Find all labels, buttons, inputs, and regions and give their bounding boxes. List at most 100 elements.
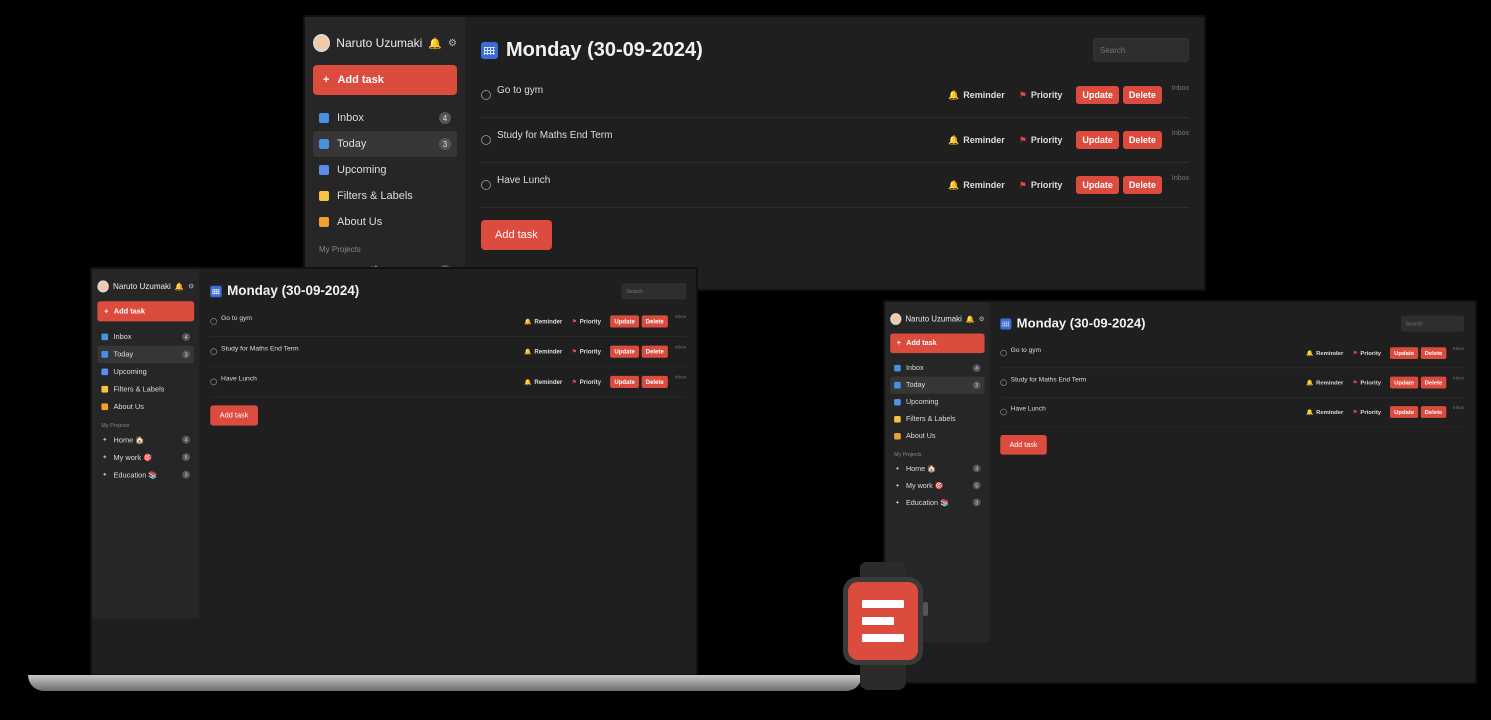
- user-row[interactable]: Naruto Uzumaki 🔔 ⚙: [97, 278, 194, 294]
- delete-button[interactable]: Delete: [1420, 347, 1447, 359]
- priority-button[interactable]: ⚑ Priority: [1019, 135, 1063, 146]
- complete-checkbox[interactable]: [1000, 408, 1007, 416]
- add-task-button[interactable]: Add task: [1000, 434, 1047, 455]
- sidebar-item-filters-labels[interactable]: Filters & Labels: [97, 381, 194, 398]
- project-item[interactable]: ✦ Education 📚 3: [97, 466, 194, 483]
- user-row[interactable]: Naruto Uzumaki 🔔 ⚙: [890, 311, 985, 327]
- search-input[interactable]: [1401, 315, 1465, 332]
- delete-button[interactable]: Delete: [641, 345, 668, 358]
- project-item[interactable]: ✦ Home 🏠 4: [890, 460, 984, 477]
- settings-icon[interactable]: ⚙: [188, 283, 194, 290]
- sidebar-item-upcoming[interactable]: Upcoming: [890, 394, 984, 411]
- complete-checkbox[interactable]: [1000, 379, 1007, 386]
- complete-checkbox[interactable]: [210, 378, 217, 386]
- complete-checkbox[interactable]: [210, 348, 217, 356]
- priority-button[interactable]: ⚑ Priority: [572, 378, 601, 385]
- update-button[interactable]: Update: [610, 345, 639, 358]
- reminder-label: Reminder: [1316, 408, 1344, 416]
- delete-button[interactable]: Delete: [1122, 86, 1162, 104]
- update-button[interactable]: Update: [1076, 176, 1119, 194]
- priority-button[interactable]: ⚑ Priority: [572, 348, 601, 355]
- sidebar-item-about-us[interactable]: About Us: [97, 398, 194, 415]
- watch-app-logo-icon[interactable]: [848, 582, 918, 660]
- delete-button[interactable]: Delete: [641, 375, 668, 388]
- add-task-button[interactable]: Add task: [210, 405, 258, 426]
- sidebar-item-about-us[interactable]: About Us: [313, 209, 457, 235]
- project-item[interactable]: ✦ My work 🎯 5: [890, 477, 984, 494]
- reminder-button[interactable]: 🔔 Reminder: [524, 378, 562, 385]
- sidebar-item-inbox[interactable]: Inbox 4: [97, 328, 194, 345]
- priority-button[interactable]: ⚑ Priority: [1019, 90, 1063, 101]
- pin-icon: ✦: [102, 470, 108, 478]
- settings-icon[interactable]: ⚙: [448, 38, 457, 49]
- bell-icon[interactable]: 🔔: [428, 37, 442, 50]
- priority-button[interactable]: ⚑ Priority: [572, 318, 601, 325]
- complete-checkbox[interactable]: [481, 90, 491, 100]
- people-icon: [894, 433, 901, 440]
- sidebar-item-upcoming[interactable]: Upcoming: [313, 157, 457, 183]
- reminder-button[interactable]: 🔔 Reminder: [948, 180, 1005, 191]
- count-badge: 5: [182, 453, 191, 462]
- sidebar-item-today[interactable]: Today 3: [313, 131, 457, 157]
- priority-button[interactable]: ⚑ Priority: [1353, 408, 1382, 415]
- delete-button[interactable]: Delete: [641, 315, 668, 328]
- reminder-button[interactable]: 🔔 Reminder: [1306, 379, 1343, 386]
- reminder-label: Reminder: [963, 180, 1005, 190]
- search-input[interactable]: [621, 283, 687, 300]
- update-button[interactable]: Update: [1390, 376, 1419, 389]
- settings-icon[interactable]: ⚙: [979, 315, 985, 322]
- delete-button[interactable]: Delete: [1420, 406, 1447, 418]
- complete-checkbox[interactable]: [1000, 349, 1007, 357]
- avatar[interactable]: [97, 280, 109, 293]
- project-item[interactable]: ✦ Education 📚 3: [890, 494, 984, 511]
- sidebar-item-inbox[interactable]: Inbox 4: [313, 105, 457, 131]
- main-content: Monday (30-09-2024) Go to gym🔔Reminder⚑P…: [989, 302, 1475, 643]
- bell-icon[interactable]: 🔔: [966, 315, 975, 323]
- sidebar-item-filters-labels[interactable]: Filters & Labels: [313, 183, 457, 209]
- complete-checkbox[interactable]: [481, 180, 491, 190]
- update-button[interactable]: Update: [1390, 406, 1419, 418]
- tag-icon: [894, 415, 901, 423]
- sidebar-add-task-button[interactable]: + Add task: [890, 333, 985, 354]
- update-button[interactable]: Update: [1076, 86, 1119, 104]
- sidebar-add-task-button[interactable]: + Add task: [97, 301, 195, 322]
- sidebar-item-about-us[interactable]: About Us: [890, 428, 984, 445]
- delete-button[interactable]: Delete: [1420, 376, 1447, 389]
- avatar[interactable]: [313, 34, 331, 52]
- update-button[interactable]: Update: [610, 315, 639, 328]
- add-task-button[interactable]: Add task: [481, 220, 552, 250]
- update-button[interactable]: Update: [1076, 131, 1119, 149]
- tag-icon: [319, 191, 329, 201]
- sidebar-add-task-button[interactable]: + Add task: [313, 65, 457, 95]
- user-row[interactable]: Naruto Uzumaki 🔔 ⚙: [313, 31, 457, 55]
- sidebar-item-upcoming[interactable]: Upcoming: [97, 363, 194, 380]
- priority-button[interactable]: ⚑ Priority: [1353, 349, 1382, 356]
- reminder-button[interactable]: 🔔 Reminder: [524, 318, 562, 325]
- sidebar-item-today[interactable]: Today 3: [97, 345, 195, 364]
- complete-checkbox[interactable]: [210, 318, 217, 325]
- complete-checkbox[interactable]: [481, 135, 491, 145]
- project-label: Home 🏠: [113, 435, 145, 445]
- project-item[interactable]: ✦ Home 🏠 4: [97, 431, 194, 448]
- sidebar-item-filters-labels[interactable]: Filters & Labels: [890, 411, 984, 428]
- bell-icon[interactable]: 🔔: [175, 282, 184, 291]
- sidebar-item-inbox[interactable]: Inbox 4: [890, 360, 984, 377]
- reminder-button[interactable]: 🔔 Reminder: [948, 90, 1005, 101]
- priority-button[interactable]: ⚑ Priority: [1353, 379, 1382, 386]
- reminder-button[interactable]: 🔔 Reminder: [1306, 408, 1343, 415]
- main-content: Monday (30-09-2024) Go to gym🔔Reminder⚑P…: [199, 269, 696, 619]
- reminder-button[interactable]: 🔔 Reminder: [948, 135, 1005, 146]
- project-item[interactable]: ✦ My work 🎯 5: [97, 448, 194, 465]
- reminder-button[interactable]: 🔔 Reminder: [1306, 349, 1343, 356]
- priority-button[interactable]: ⚑ Priority: [1019, 180, 1063, 191]
- update-button[interactable]: Update: [1390, 347, 1419, 359]
- flag-icon: ⚑: [1018, 89, 1027, 100]
- delete-button[interactable]: Delete: [1122, 176, 1162, 194]
- bell-icon: 🔔: [524, 317, 532, 325]
- reminder-button[interactable]: 🔔 Reminder: [524, 348, 562, 355]
- sidebar-item-today[interactable]: Today 3: [890, 376, 985, 394]
- update-button[interactable]: Update: [610, 375, 639, 388]
- delete-button[interactable]: Delete: [1122, 131, 1162, 149]
- search-input[interactable]: [1093, 38, 1189, 62]
- avatar[interactable]: [890, 313, 902, 325]
